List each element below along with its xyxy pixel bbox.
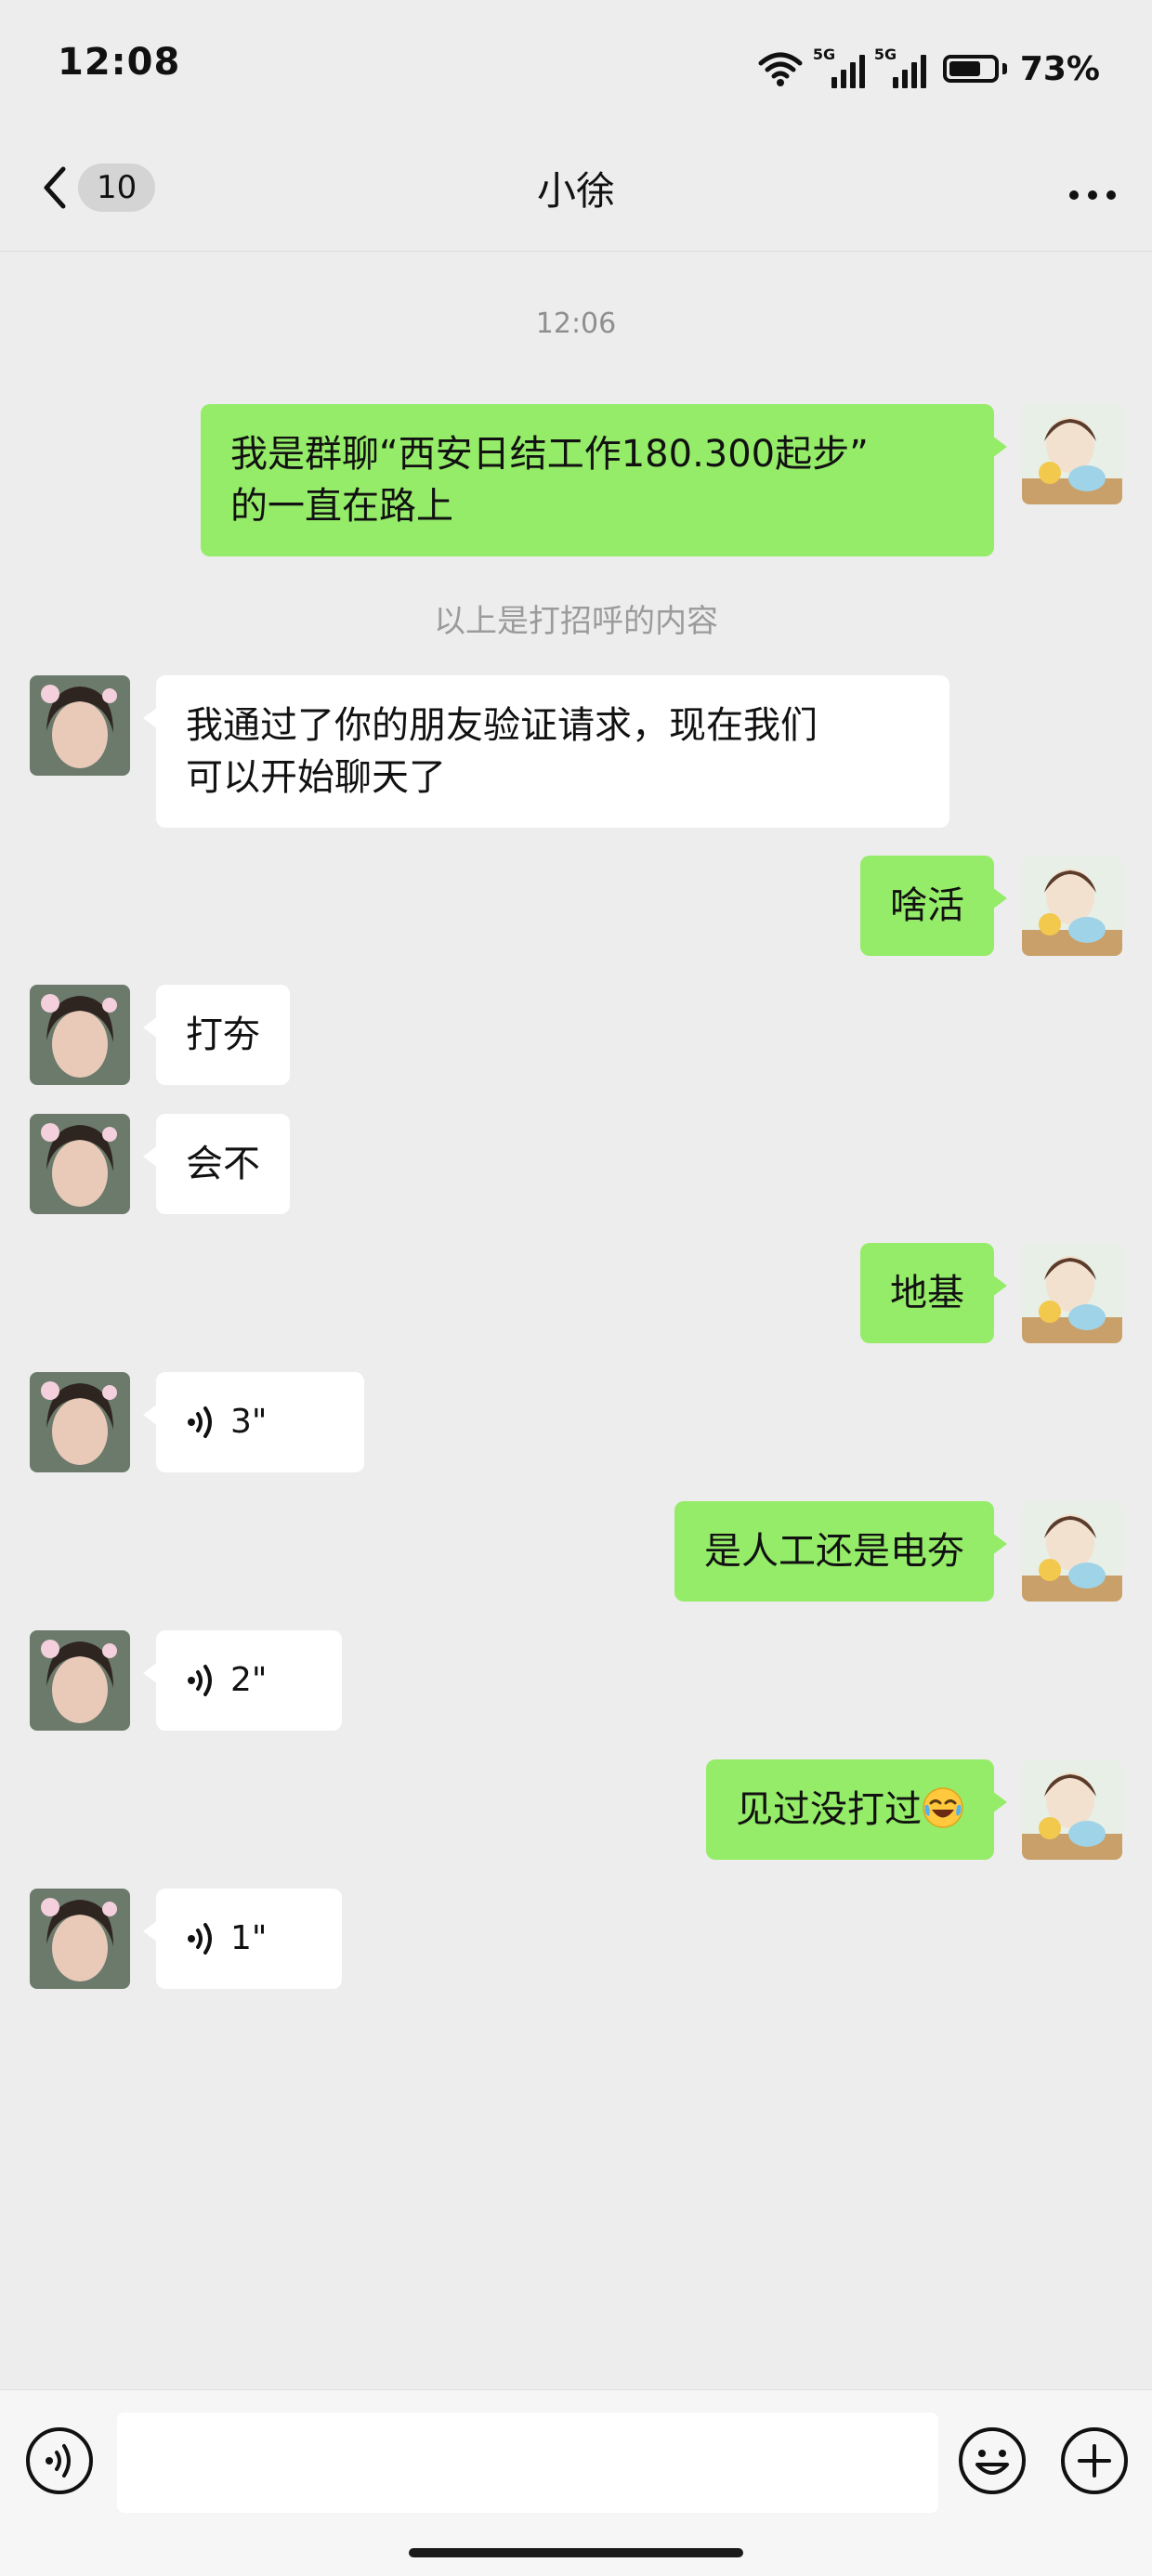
message-bubble[interactable]: 我通过了你的朋友验证请求，现在我们 可以开始聊天了 [143,675,949,828]
more-functions-button[interactable] [1059,2426,1130,2500]
plus-circle-icon [1061,2427,1128,2494]
laughing-crying-emoji-icon [923,1787,963,1828]
message-list[interactable]: 12:06 我是群聊“西安日结工作180.300起步” 的一直在路上 以上是打招… [0,252,1152,2388]
battery-percent: 73% [1019,49,1100,88]
voice-wave-icon [188,1923,212,1955]
message-timestamp: 12:06 [535,307,617,340]
message-text: 啥活 [890,884,964,927]
status-bar: 12:08 5G 5G 73% [0,0,1152,139]
contact-avatar[interactable] [30,1630,130,1731]
more-dots-icon [1069,190,1116,200]
message-input[interactable] [117,2413,938,2513]
voice-message-bubble[interactable]: 2" [143,1630,342,1731]
message-text: 会不 [186,1143,260,1185]
message-text-line: 我通过了你的朋友验证请求，现在我们 [186,704,818,747]
message-text: 地基 [890,1272,964,1314]
message-text-line: 可以开始聊天了 [186,756,446,799]
voice-wave-icon [188,1665,212,1696]
status-icons: 5G 5G 73% [757,41,1100,97]
system-note: 以上是打招呼的内容 [434,603,718,640]
contact-avatar[interactable] [30,1372,130,1472]
my-avatar[interactable] [1022,404,1122,504]
message-text: 见过没打过 [736,1788,922,1831]
wifi-icon [758,52,803,86]
more-options-button[interactable] [1067,167,1119,227]
message-text: 是人工还是电夯 [704,1530,964,1573]
contact-avatar[interactable] [30,1114,130,1214]
voice-input-button[interactable] [24,2426,95,2500]
contact-avatar[interactable] [30,675,130,776]
home-indicator[interactable] [409,2548,743,2557]
message-text-line: 的一直在路上 [230,485,453,528]
message-bubble[interactable]: 啥活 [860,856,1007,956]
message-bubble[interactable]: 会不 [143,1114,290,1214]
message-bubble[interactable]: 地基 [860,1243,1007,1343]
emoji-icon [959,2427,1026,2494]
emoji-button[interactable] [957,2426,1028,2500]
voice-input-icon [26,2427,93,2494]
message-bubble[interactable]: 我是群聊“西安日结工作180.300起步” 的一直在路上 [201,404,1007,556]
cellular-signal-icon-1: 5G [813,46,865,88]
message-bubble[interactable]: 打夯 [143,985,290,1085]
contact-avatar[interactable] [30,1889,130,1989]
chat-title: 小徐 [536,168,615,214]
voice-message-bubble[interactable]: 3" [143,1372,364,1472]
cellular-signal-icon-2: 5G [874,46,926,88]
message-composer [0,2389,1152,2576]
battery-fill [949,61,981,76]
contact-avatar[interactable] [30,985,130,1085]
my-avatar[interactable] [1022,1759,1122,1860]
message-bubble[interactable]: 是人工还是电夯 [674,1501,1007,1602]
battery-icon [942,55,1007,83]
message-text-line: 我是群聊“西安日结工作180.300起步” [230,433,869,476]
my-avatar[interactable] [1022,1243,1122,1343]
voice-duration: 3" [230,1403,268,1441]
my-avatar[interactable] [1022,1501,1122,1602]
voice-wave-icon [188,1406,212,1438]
my-avatar[interactable] [1022,856,1122,956]
voice-duration: 2" [230,1661,268,1699]
voice-message-bubble[interactable]: 1" [143,1889,342,1989]
chat-header: 10 小徐 [0,139,1152,252]
message-text: 打夯 [186,1013,260,1056]
status-time: 12:08 [58,41,181,84]
voice-duration: 1" [230,1919,268,1957]
message-bubble[interactable]: 见过没打过 [706,1759,1007,1860]
